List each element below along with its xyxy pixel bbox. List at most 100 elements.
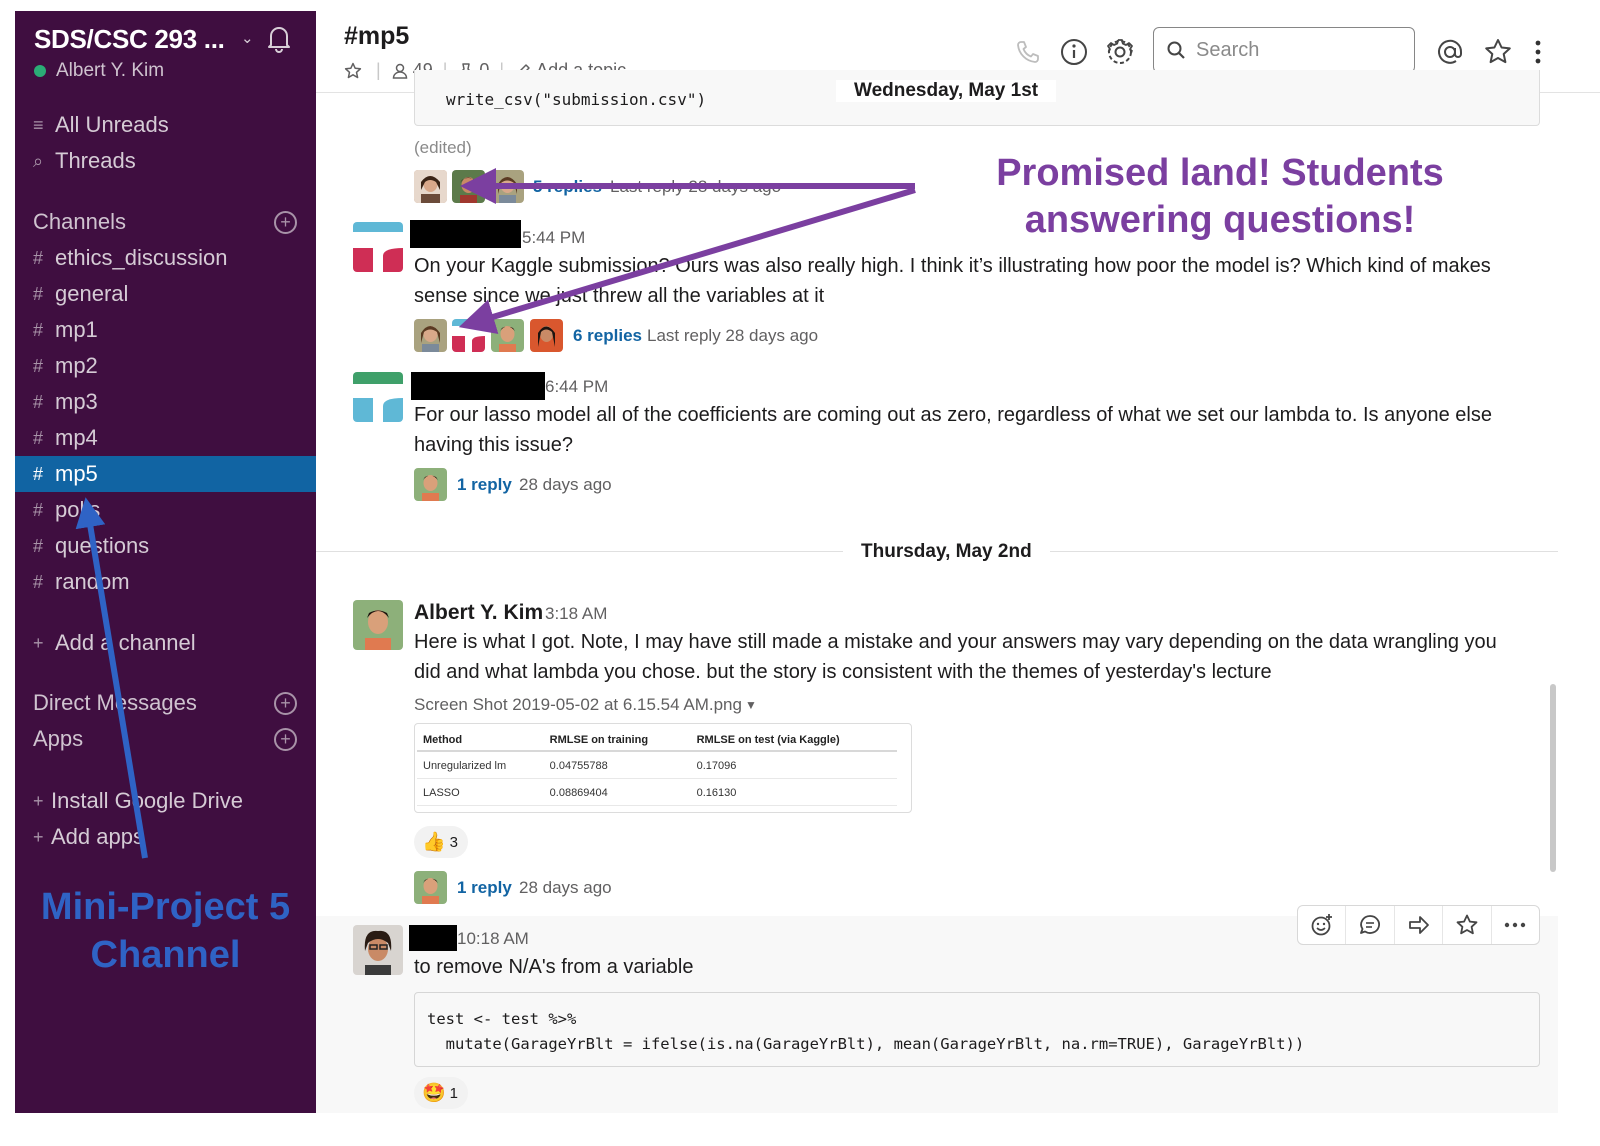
thread-replies-link[interactable]: 1 reply [457, 475, 512, 495]
star-icon[interactable] [1483, 37, 1513, 67]
reaction-thumbs-up[interactable]: 👍 3 [414, 826, 469, 858]
date-divider-label[interactable]: Thursday, May 2nd [843, 541, 1050, 563]
add-app-plus-icon[interactable]: + [274, 728, 297, 751]
phone-icon[interactable] [1013, 37, 1043, 67]
sidebar-channel-questions[interactable]: # questions [15, 528, 316, 564]
info-icon[interactable] [1059, 37, 1089, 67]
start-thread-button[interactable] [1346, 906, 1395, 944]
hash-icon: # [33, 247, 44, 268]
sender-name[interactable]: Albert Y. Kim [414, 601, 543, 625]
sidebar-item-threads[interactable]: ⌕ Threads [15, 143, 316, 179]
sidebar: SDS/CSC 293 ... ⌄ Albert Y. Kim ≡ All Un… [15, 11, 316, 1113]
star-icon[interactable] [344, 62, 362, 80]
search-input-container[interactable] [1153, 27, 1415, 73]
add-apps-button[interactable]: + Add apps [15, 819, 316, 855]
workspace-name[interactable]: SDS/CSC 293 ... [34, 24, 225, 55]
search-input[interactable] [1196, 38, 1396, 62]
table-cell: 0.08869404 [543, 778, 691, 806]
code-text: write_csv("submission.csv") [446, 90, 707, 109]
sidebar-item-all-unreads[interactable]: ≡ All Unreads [15, 107, 316, 143]
plus-icon: + [33, 826, 44, 847]
channel-label: polls [55, 497, 101, 522]
annotation-mini-project: Mini-Project 5 Channel [40, 886, 291, 976]
avatar[interactable] [530, 319, 563, 352]
message-actions-toolbar [1297, 905, 1540, 945]
hash-icon: # [33, 463, 44, 484]
thread-last-reply: Last reply 28 days ago [647, 326, 819, 345]
sidebar-channel-general[interactable]: # general [15, 276, 316, 312]
avatar[interactable] [491, 170, 524, 203]
sidebar-channel-mp4[interactable]: # mp4 [15, 420, 316, 456]
add-reaction-button[interactable] [1298, 906, 1347, 944]
more-actions-button[interactable] [1492, 906, 1539, 944]
avatar[interactable] [353, 600, 403, 650]
message-timestamp[interactable]: 5:44 PM [522, 228, 585, 248]
install-google-drive-button[interactable]: + Install Google Drive [15, 783, 316, 819]
avatar[interactable] [414, 468, 447, 501]
thread-replies-link[interactable]: 6 replies [573, 326, 642, 346]
table-cell: 0.17096 [690, 751, 897, 779]
more-horizontal-icon [1505, 922, 1526, 928]
add-dm-plus-icon[interactable]: + [274, 692, 297, 715]
apps-header[interactable]: Apps [33, 726, 83, 752]
message-text: For our lasso model all of the coefficie… [414, 404, 1492, 456]
members-icon[interactable] [391, 62, 409, 80]
more-vertical-icon[interactable] [1530, 37, 1546, 67]
reaction-star-struck[interactable]: 🤩 1 [414, 1077, 469, 1109]
bell-icon[interactable] [265, 23, 293, 53]
add-channel-label: Add a channel [55, 630, 196, 655]
install-drive-label: Install Google Drive [51, 788, 243, 813]
message-timestamp[interactable]: 10:18 AM [457, 929, 529, 949]
channel-title[interactable]: #mp5 [344, 22, 409, 51]
current-user: Albert Y. Kim [34, 60, 164, 82]
code-line: mutate(GarageYrBlt = ifelse(is.na(Garage… [427, 1035, 1305, 1053]
chevron-down-icon[interactable]: ⌄ [241, 29, 254, 47]
sidebar-channel-mp5[interactable]: # mp5 [15, 456, 316, 492]
avatar[interactable] [414, 170, 447, 203]
channel-label: mp1 [55, 317, 98, 342]
image-attachment[interactable]: Method RMLSE on training RMLSE on test (… [414, 723, 912, 813]
caret-down-icon[interactable]: ▼ [745, 698, 757, 712]
sidebar-item-label: Threads [55, 148, 136, 173]
table-cell: Unregularized lm [417, 751, 544, 779]
star-message-button[interactable] [1443, 906, 1492, 944]
sidebar-channel-polls[interactable]: # polls [15, 492, 316, 528]
avatar[interactable] [414, 319, 447, 352]
sidebar-channel-mp1[interactable]: # mp1 [15, 312, 316, 348]
mentions-icon[interactable] [1435, 37, 1465, 67]
avatar[interactable] [353, 925, 403, 975]
avatar[interactable] [414, 871, 447, 904]
code-line: test <- test %>% [427, 1010, 577, 1028]
star-icon [1456, 914, 1478, 935]
channels-header[interactable]: Channels [33, 209, 126, 235]
file-name[interactable]: Screen Shot 2019-05-02 at 6.15.54 AM.png [414, 695, 742, 715]
channel-label: random [55, 569, 130, 594]
add-channel-button[interactable]: + Add a channel [15, 625, 316, 661]
thread-replies-link[interactable]: 5 replies [533, 177, 602, 197]
add-channel-plus-icon[interactable]: + [274, 211, 297, 234]
share-message-button[interactable] [1395, 906, 1444, 944]
avatar[interactable] [353, 372, 403, 422]
table-cell: 0.04755788 [543, 751, 691, 779]
sidebar-channel-ethics-discussion[interactable]: # ethics_discussion [15, 240, 316, 276]
channel-label: ethics_discussion [55, 245, 228, 270]
sidebar-channel-random[interactable]: # random [15, 564, 316, 600]
gear-icon[interactable] [1105, 37, 1135, 67]
unreads-icon: ≡ [33, 114, 44, 135]
thread-replies-link[interactable]: 1 reply [457, 878, 512, 898]
reaction-count: 1 [449, 1084, 459, 1102]
results-table: Method RMLSE on training RMLSE on test (… [417, 728, 897, 806]
table-header: RMLSE on test (via Kaggle) [690, 728, 897, 752]
sidebar-channel-mp3[interactable]: # mp3 [15, 384, 316, 420]
direct-messages-header[interactable]: Direct Messages [33, 690, 197, 716]
date-divider-label[interactable]: Wednesday, May 1st [836, 80, 1057, 102]
reaction-count: 3 [449, 833, 459, 851]
message-timestamp[interactable]: 3:18 AM [545, 604, 607, 624]
avatar[interactable] [353, 222, 403, 272]
avatar[interactable] [491, 319, 524, 352]
sidebar-channel-mp2[interactable]: # mp2 [15, 348, 316, 384]
scrollbar-thumb[interactable] [1550, 684, 1556, 872]
avatar[interactable] [452, 170, 485, 203]
avatar[interactable] [452, 319, 485, 352]
message-timestamp[interactable]: 6:44 PM [545, 377, 608, 397]
